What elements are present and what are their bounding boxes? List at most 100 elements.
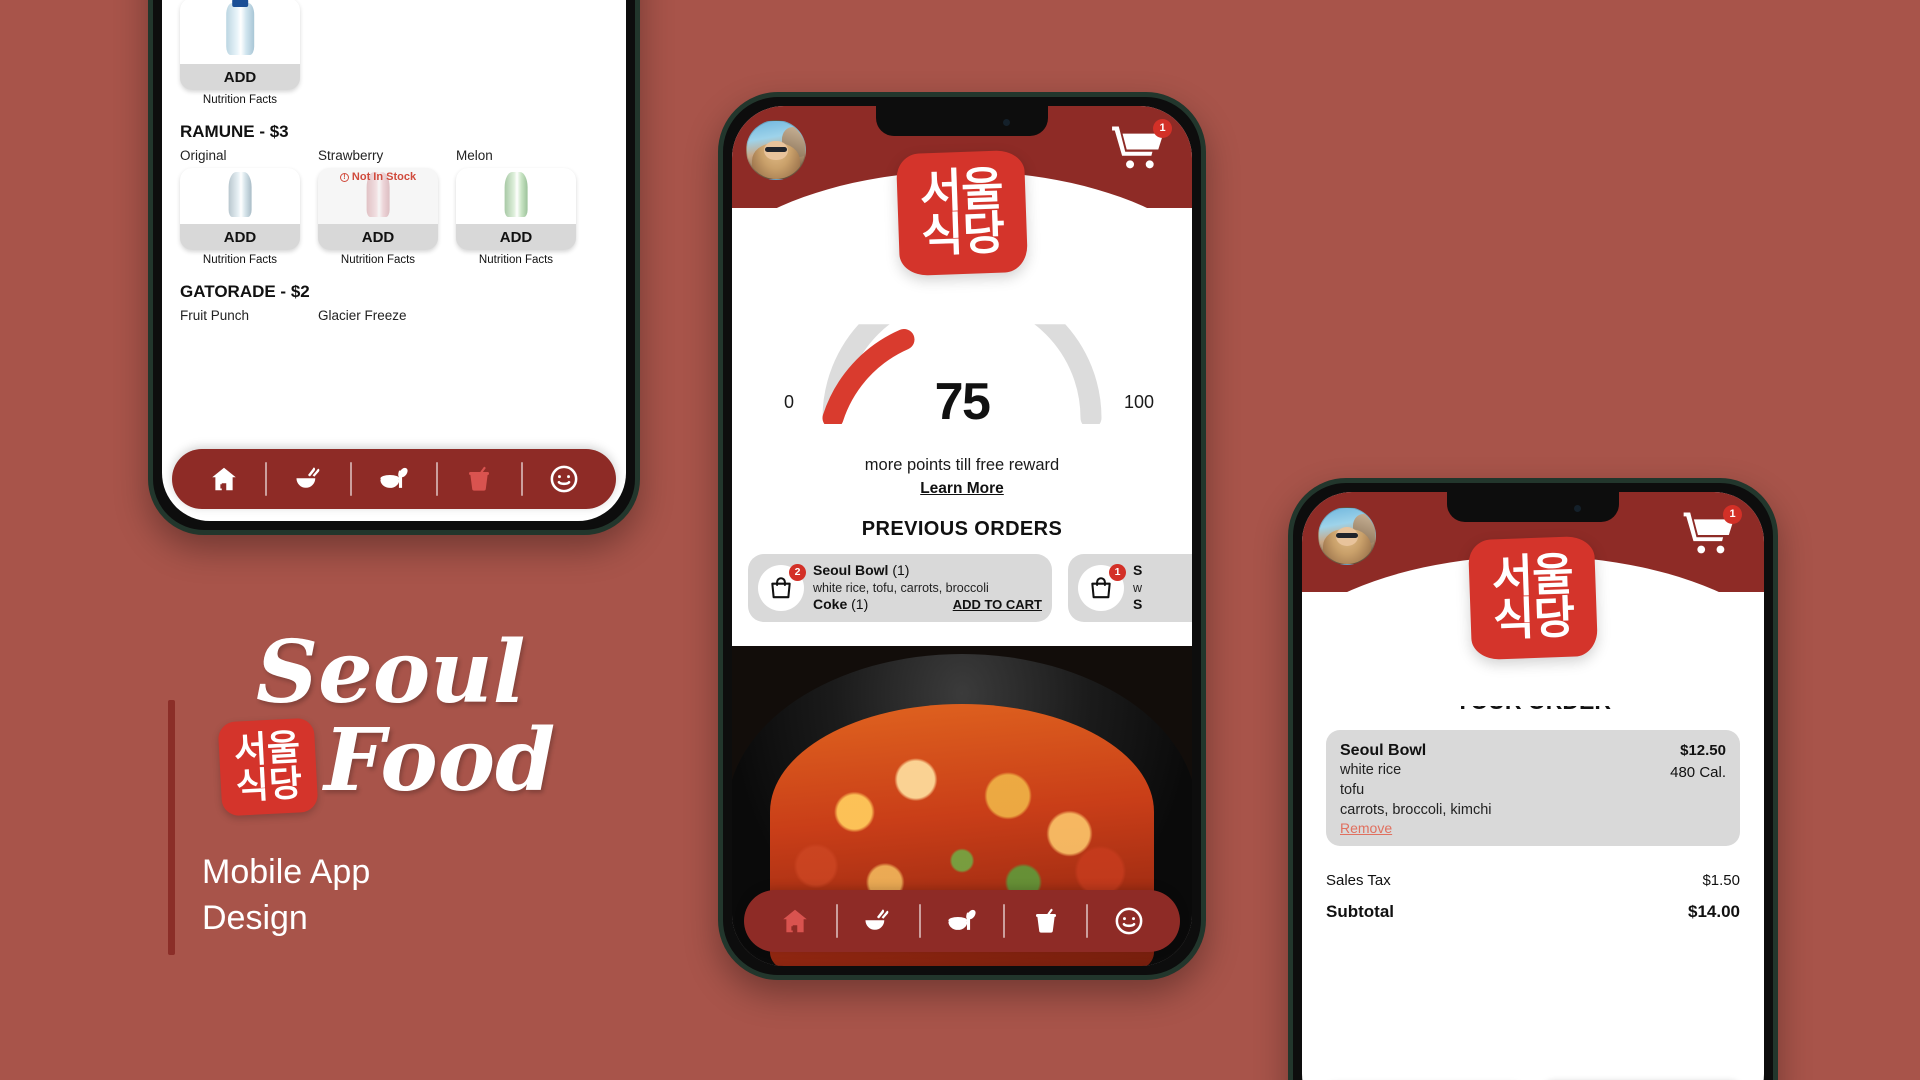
avatar[interactable] (746, 120, 806, 180)
previous-order-details: Seoul Bowl (1) white rice, tofu, carrots… (813, 562, 1042, 613)
nav-item-bowl[interactable] (838, 905, 920, 937)
drinks-menu-list[interactable]: ADD Nutrition Facts ADD Nutrition Facts … (162, 0, 626, 323)
nutrition-facts-link[interactable]: Nutrition Facts (180, 254, 300, 266)
product-tile[interactable]: ADD (180, 0, 300, 90)
nutrition-facts-link[interactable]: Nutrition Facts (180, 94, 300, 106)
phone-side-button (1288, 695, 1289, 757)
not-in-stock-label: Not In Stock (351, 171, 417, 183)
nav-item-drink[interactable] (1005, 906, 1087, 936)
nav-item-drink[interactable] (438, 464, 521, 494)
total-value: $14.00 (1688, 902, 1740, 921)
product-tile[interactable]: ADD (456, 168, 576, 250)
order-item-ingredient: white rice (1340, 762, 1402, 778)
product-cell[interactable]: Fruit Punch (180, 308, 300, 323)
app-logo: 서울 식당 (895, 149, 1029, 277)
order-item-1: Seoul Bowl (1) (813, 562, 1042, 580)
order-count-badge: 1 (1109, 564, 1126, 581)
total-row-subtotal: Subtotal $14.00 (1326, 902, 1740, 922)
brand-subtitle-line-2: Design (202, 898, 308, 937)
product-tile-out-of-stock[interactable]: ! Not In Stock ADD (318, 168, 438, 250)
brand-block: Seoul 서울 식당 Food Mobile App Design (168, 630, 688, 970)
bottom-nav[interactable] (744, 890, 1180, 952)
alert-icon: ! (339, 172, 349, 182)
product-row: Fruit Punch Glacier Freeze (180, 308, 608, 323)
nav-item-bento[interactable] (921, 904, 1003, 938)
total-label: Sales Tax (1326, 872, 1391, 889)
add-button[interactable]: ADD (318, 224, 438, 250)
product-image (180, 168, 300, 224)
cart-button[interactable]: 1 (1108, 119, 1172, 170)
rewards-caption: more points till free reward (864, 456, 1060, 474)
bottom-nav[interactable] (172, 449, 616, 509)
avatar-photo-sunglasses (1336, 532, 1358, 538)
total-value: $1.50 (1702, 872, 1740, 889)
nav-item-bento[interactable] (352, 462, 435, 496)
order-item-name: Seoul Bowl (1340, 742, 1427, 759)
add-button[interactable]: ADD (180, 224, 300, 250)
order-item-1-name: S (1133, 562, 1143, 579)
rewards-gauge: 0 50 100 75 (732, 308, 1192, 454)
order-item-ingredient: carrots, broccoli, kimchi (1340, 802, 1492, 818)
rewards-points-value: 75 (934, 373, 991, 431)
not-in-stock-badge: ! Not In Stock (318, 171, 438, 183)
nutrition-facts-link[interactable]: Nutrition Facts (456, 254, 576, 266)
add-to-cart-link[interactable]: ADD TO CART (953, 597, 1042, 612)
phone-side-button (1288, 775, 1289, 837)
product-cell[interactable]: Melon ADD Nutrition Facts (456, 148, 576, 266)
product-cell[interactable]: Original ADD Nutrition Facts (180, 148, 300, 266)
shopping-bag-icon (771, 577, 791, 599)
product-image (456, 168, 576, 224)
phone-power-button (1777, 719, 1778, 805)
right-phone-screen: 1 서울 식당 YOUR ORDER Seoul Bowl white rice… (1302, 492, 1764, 1080)
total-label: Subtotal (1326, 902, 1394, 921)
order-item-1-desc: white rice, tofu, carrots, broccoli (813, 580, 989, 595)
nav-item-home[interactable] (182, 464, 265, 494)
remove-item-link[interactable]: Remove (1340, 820, 1392, 836)
avatar[interactable] (1318, 507, 1376, 565)
product-tile[interactable]: ADD (180, 168, 300, 250)
phone-side-button (1288, 635, 1289, 669)
phone-side-button (148, 225, 149, 287)
nav-item-kids[interactable] (1088, 905, 1170, 937)
previous-orders-heading: PREVIOUS ORDERS (861, 518, 1063, 540)
add-button[interactable]: ADD (180, 64, 300, 90)
avatar-photo-sunglasses (764, 146, 787, 152)
phone-notch (1447, 492, 1619, 522)
nav-item-kids[interactable] (523, 463, 606, 495)
product-cell[interactable]: Strawberry ! Not In Stock ADD Nutrition … (318, 148, 438, 266)
water-bottle-art (226, 0, 254, 56)
bag-icon-wrap: 2 (758, 564, 806, 611)
category-heading: GATORADE - $2 (180, 282, 310, 301)
ramune-bottle-art (228, 171, 252, 217)
flavor-label: Glacier Freeze (318, 308, 407, 323)
center-phone-screen: 1 서울 식당 0 50 100 75 more points till fre… (732, 106, 1192, 966)
phone-side-button (148, 145, 149, 207)
flavor-label: Fruit Punch (180, 308, 250, 323)
brand-korean-tile: 서울 식당 (217, 717, 319, 817)
flavor-label: Strawberry (318, 148, 384, 163)
cart-button[interactable]: 1 (1680, 505, 1742, 555)
logo-line-2: 식당 (920, 206, 1006, 262)
order-item-1-name: Seoul Bowl (813, 562, 889, 579)
product-cell[interactable]: Glacier Freeze (318, 308, 438, 323)
learn-more-link[interactable]: Learn More (732, 480, 1192, 498)
previous-order-card[interactable]: 1 S w S (1068, 554, 1192, 622)
previous-orders-carousel[interactable]: 2 Seoul Bowl (1) white rice, tofu, carro… (748, 554, 1192, 622)
order-totals: Sales Tax $1.50 Subtotal $14.00 (1326, 872, 1740, 922)
product-cell[interactable]: ADD Nutrition Facts (180, 0, 300, 106)
cart-count-badge: 1 (1153, 119, 1172, 138)
nav-item-bowl[interactable] (267, 463, 350, 495)
phone-side-button (718, 483, 719, 549)
previous-order-card[interactable]: 2 Seoul Bowl (1) white rice, tofu, carro… (748, 554, 1052, 622)
brand-wordmark: Seoul 서울 식당 Food (217, 630, 680, 820)
left-phone-frame: ADD Nutrition Facts ADD Nutrition Facts … (148, 0, 640, 535)
product-image (180, 0, 300, 64)
nutrition-facts-link[interactable]: Nutrition Facts (318, 254, 438, 266)
app-logo: 서울 식당 (1467, 535, 1599, 661)
add-button[interactable]: ADD (456, 224, 576, 250)
total-row-sales-tax: Sales Tax $1.50 (1326, 872, 1740, 889)
brand-subtitle: Mobile App Design (202, 850, 370, 942)
nav-item-home[interactable] (754, 906, 836, 936)
brand-subtitle-line-1: Mobile App (202, 853, 371, 891)
previous-order-details: S w S (1133, 562, 1192, 613)
